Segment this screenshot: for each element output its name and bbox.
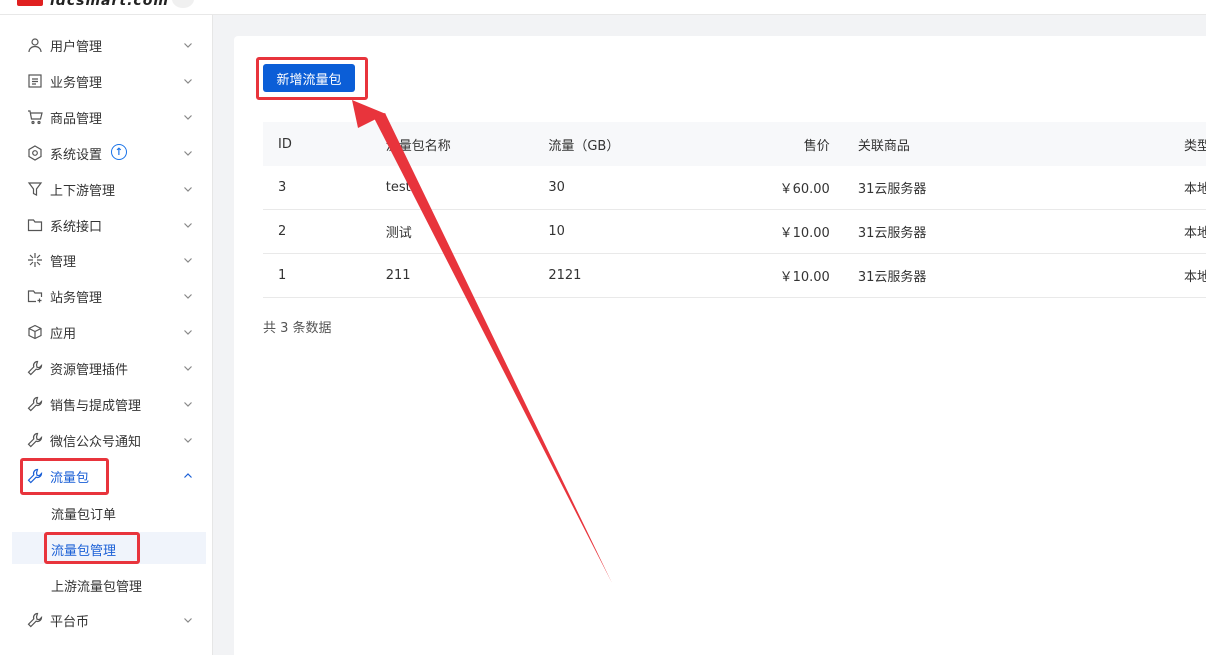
- cell-name: 测试: [385, 209, 549, 254]
- sidebar-item-label: 系统接口: [50, 219, 103, 235]
- sidebar-item-label: 系统设置: [50, 147, 103, 163]
- sidebar-item-label: 站务管理: [50, 290, 103, 306]
- column-header-type: 类型: [1183, 122, 1206, 166]
- sidebar-item-label: 平台币: [50, 614, 90, 630]
- cube-icon: [26, 323, 44, 341]
- column-header-id: ID: [263, 122, 386, 166]
- sidebar-item-label: 业务管理: [50, 75, 103, 91]
- chevron-down-icon: [184, 402, 192, 407]
- sidebar-item-label: 商品管理: [50, 111, 103, 127]
- filter-icon: [26, 180, 44, 198]
- cell-flow: 10: [548, 209, 712, 254]
- sidebar-item-system-interface[interactable]: 系统接口: [12, 209, 206, 241]
- sparkle-icon: [26, 251, 44, 269]
- traffic-package-table: ID 流量包名称 流量（GB） 售价 关联商品 类型 3 test 30 ￥60…: [263, 122, 1206, 298]
- column-header-flow: 流量（GB）: [548, 122, 712, 166]
- wrench-icon: [26, 359, 44, 377]
- cell-type: 本地流: [1183, 253, 1206, 298]
- cell-type: 本地流: [1183, 209, 1206, 254]
- chevron-down-icon: [184, 223, 192, 228]
- sidebar-subitem-package-manage[interactable]: 流量包管理: [12, 532, 206, 564]
- sidebar-item-site-affairs[interactable]: 站务管理: [12, 280, 206, 312]
- table-row[interactable]: 1 211 2121 ￥10.00 31云服务器 本地流: [263, 253, 1206, 298]
- total-count: 共 3 条数据: [263, 321, 332, 336]
- wrench-icon: [26, 467, 44, 485]
- sidebar-item-business[interactable]: 业务管理: [12, 65, 206, 97]
- table-row[interactable]: 2 测试 10 ￥10.00 31云服务器 本地流: [263, 209, 1206, 254]
- sidebar-item-platform-coin[interactable]: 平台币: [12, 604, 206, 636]
- sidebar-item-users[interactable]: 用户管理: [12, 29, 206, 61]
- sidebar-item-wechat-notify[interactable]: 微信公众号通知: [12, 424, 206, 456]
- sidebar-item-resource-plugins[interactable]: 资源管理插件: [12, 352, 206, 384]
- sidebar-item-apps[interactable]: 应用: [12, 316, 206, 348]
- sidebar-item-label: 用户管理: [50, 39, 103, 55]
- logo-text: idcsmart.com: [50, 0, 169, 9]
- logo-mark: [17, 0, 43, 6]
- sidebar-subitem-label: 上游流量包管理: [51, 580, 143, 595]
- folder-add-icon: [26, 287, 44, 305]
- sidebar-item-label: 销售与提成管理: [50, 398, 142, 414]
- cell-price: ￥10.00: [712, 209, 858, 254]
- table-row[interactable]: 3 test 30 ￥60.00 31云服务器 本地流: [263, 166, 1206, 210]
- chevron-down-icon: [184, 115, 192, 120]
- folder-icon: [26, 216, 44, 234]
- user-icon: [26, 36, 44, 54]
- sidebar-subitem-package-orders[interactable]: 流量包订单: [12, 496, 206, 528]
- chevron-down-icon: [184, 438, 192, 443]
- cell-flow: 2121: [548, 253, 712, 298]
- sidebar-item-label: 应用: [50, 326, 77, 342]
- cell-id: 2: [263, 209, 386, 254]
- column-header-product: 关联商品: [857, 122, 1184, 166]
- wrench-icon: [26, 431, 44, 449]
- chevron-up-icon: [184, 473, 192, 478]
- sidebar-item-system-settings[interactable]: 系统设置 ↑: [12, 137, 206, 169]
- sidebar-item-upstream[interactable]: 上下游管理: [12, 173, 206, 205]
- sidebar-item-products[interactable]: 商品管理: [12, 101, 206, 133]
- sidebar-item-traffic-package[interactable]: 流量包: [12, 460, 206, 492]
- chevron-down-icon: [184, 187, 192, 192]
- sidebar-subitem-upstream-package-manage[interactable]: 上游流量包管理: [12, 568, 206, 600]
- chevron-down-icon: [184, 151, 192, 156]
- cell-product: 31云服务器: [857, 209, 1184, 254]
- chevron-down-icon: [184, 330, 192, 335]
- top-bar: idcsmart.com: [0, 0, 1206, 15]
- chevron-down-icon: [184, 366, 192, 371]
- cell-type: 本地流: [1183, 166, 1206, 210]
- chevron-down-icon: [184, 294, 192, 299]
- sidebar-item-label: 流量包: [50, 470, 90, 486]
- sidebar-item-label: 上下游管理: [50, 183, 116, 199]
- table-header-row: ID 流量包名称 流量（GB） 售价 关联商品 类型: [263, 122, 1206, 166]
- settings-icon: [26, 144, 44, 162]
- sidebar-item-sales-commission[interactable]: 销售与提成管理: [12, 388, 206, 420]
- collapse-toggle[interactable]: [172, 0, 194, 8]
- cell-product: 31云服务器: [857, 166, 1184, 210]
- cell-id: 1: [263, 253, 386, 298]
- cell-flow: 30: [548, 166, 712, 210]
- cell-price: ￥60.00: [712, 166, 858, 210]
- cell-price: ￥10.00: [712, 253, 858, 298]
- wrench-icon: [26, 395, 44, 413]
- add-traffic-package-button[interactable]: 新增流量包: [263, 64, 355, 92]
- sidebar-item-label: 微信公众号通知: [50, 434, 142, 450]
- sidebar-item-manage[interactable]: 管理: [12, 244, 206, 276]
- sidebar-item-label: 资源管理插件: [50, 362, 129, 378]
- upgrade-icon[interactable]: ↑: [111, 144, 127, 160]
- wrench-icon: [26, 611, 44, 629]
- chevron-down-icon: [184, 79, 192, 84]
- cell-name: 211: [385, 253, 549, 298]
- chevron-down-icon: [184, 258, 192, 263]
- cell-product: 31云服务器: [857, 253, 1184, 298]
- list-icon: [26, 72, 44, 90]
- chevron-down-icon: [184, 618, 192, 623]
- column-header-price: 售价: [712, 122, 858, 166]
- column-header-name: 流量包名称: [385, 122, 549, 166]
- sidebar-subitem-label: 流量包订单: [51, 508, 117, 523]
- chevron-down-icon: [184, 43, 192, 48]
- cell-id: 3: [263, 166, 386, 210]
- cell-name: test: [385, 166, 549, 210]
- cart-icon: [26, 108, 44, 126]
- sidebar-subitem-label: 流量包管理: [51, 544, 117, 559]
- sidebar-item-label: 管理: [50, 254, 77, 270]
